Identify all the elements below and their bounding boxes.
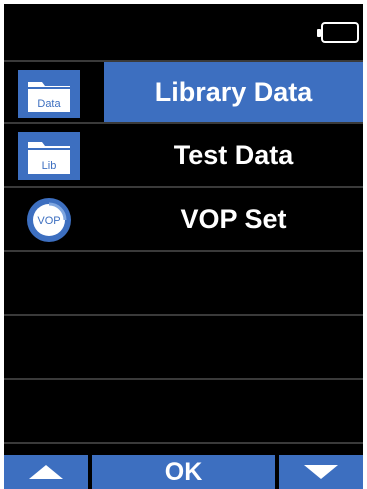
down-button[interactable] — [279, 455, 363, 489]
vop-icon-text: VOP — [37, 215, 60, 227]
status-bar — [4, 4, 363, 54]
menu-item-empty — [4, 252, 363, 316]
folder-lib-icon: Lib — [18, 132, 80, 180]
menu-item-label: Test Data — [173, 139, 294, 170]
menu-item-empty — [4, 380, 363, 444]
menu-item-vop-set[interactable]: VOP VOP Set — [4, 188, 363, 252]
bottom-nav: OK — [4, 455, 363, 489]
ok-label: OK — [164, 457, 203, 486]
arrow-up-icon — [29, 465, 63, 479]
menu-item-label: Library Data — [104, 62, 363, 122]
vop-icon: VOP — [27, 198, 71, 242]
folder-lib-text: Lib — [42, 160, 57, 172]
ok-button[interactable]: OK — [92, 455, 275, 489]
folder-data-text: Data — [37, 98, 61, 110]
menu-item-label: VOP Set — [180, 203, 287, 234]
menu-item-empty — [4, 316, 363, 380]
menu-item-test-data[interactable]: Lib Test Data — [4, 124, 363, 188]
arrow-down-icon — [304, 465, 338, 479]
folder-data-icon: Data — [18, 70, 80, 118]
menu-item-library-data[interactable]: Data Library Data — [4, 60, 363, 124]
up-button[interactable] — [4, 455, 88, 489]
main-menu: Data Library Data Lib Test Data VOP VOP … — [4, 60, 363, 444]
device-screen: Data Library Data Lib Test Data VOP VOP … — [4, 4, 363, 489]
battery-icon — [317, 22, 359, 43]
